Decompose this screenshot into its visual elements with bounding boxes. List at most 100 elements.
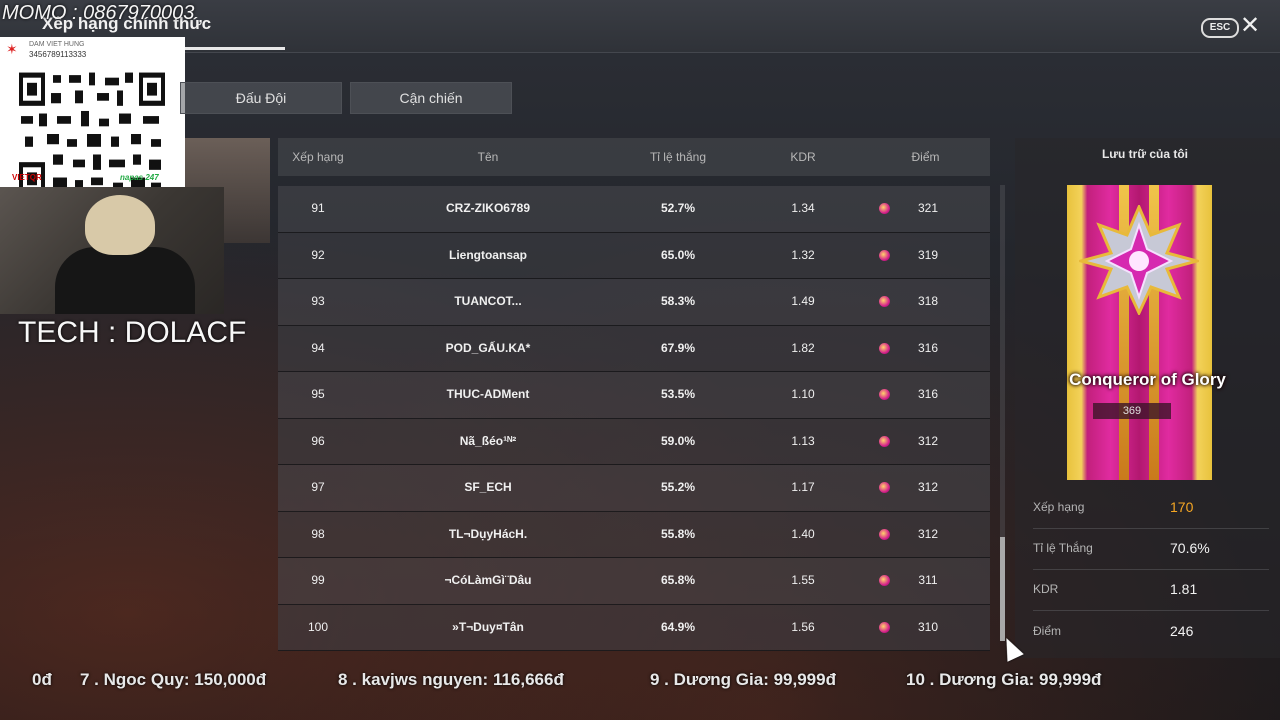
ticker-item: 9 . Dương Gia: 99,999đ <box>650 670 836 689</box>
ticker-item: 0đ <box>32 670 52 689</box>
my-record-title: Lưu trữ của tôi <box>1101 147 1189 161</box>
table-header: Xếp hạng Tên Tỉ lệ thắng KDR Điểm <box>278 138 990 176</box>
cell-points: 312 <box>917 526 939 541</box>
table-row[interactable]: 96 Nã_ßéo¹ᴺ² 59.0% 1.13 312 <box>278 418 990 465</box>
rank-name: Conqueror of Glory <box>1069 370 1226 389</box>
tab-melee[interactable]: Cận chiến <box>350 82 512 114</box>
stat-value: 1.81 <box>1170 581 1198 597</box>
header-rank: Xếp hạng <box>292 150 344 164</box>
cell-kdr: 1.49 <box>791 294 815 308</box>
cell-points: 311 <box>918 573 938 587</box>
points-icon <box>879 528 890 540</box>
cell-name: »T¬Duy¤Tân <box>452 619 524 634</box>
qr-bank-label: VIETQR <box>12 173 42 182</box>
cell-name: SF_ECH <box>464 480 512 494</box>
points-icon <box>879 203 890 214</box>
header-winrate: Tỉ lệ thắng <box>649 150 707 164</box>
streamer-body <box>55 247 195 314</box>
ticker-item: 7 . Ngoc Quy: 150,000đ <box>80 670 267 689</box>
stat-value: 246 <box>1170 623 1194 639</box>
header-name: Tên <box>477 150 499 164</box>
qr-network-label: napas 247 <box>120 173 159 182</box>
close-icon[interactable]: ✕ <box>1240 12 1260 40</box>
cell-points: 310 <box>917 619 939 634</box>
cell-rank: 91 <box>311 201 325 215</box>
cell-kdr: 1.13 <box>791 433 815 448</box>
cell-rank: 96 <box>311 433 325 448</box>
streamer-head <box>85 195 155 255</box>
cell-winrate: 58.3% <box>660 294 696 308</box>
cell-kdr: 1.82 <box>791 340 815 355</box>
cell-rank: 95 <box>311 387 325 401</box>
cell-name: TUANCOT... <box>454 294 522 308</box>
cell-points: 316 <box>917 340 939 355</box>
points-icon <box>879 435 890 447</box>
cell-points: 316 <box>917 387 939 401</box>
cell-name: Nã_ßéo¹ᴺ² <box>459 433 517 448</box>
cell-kdr: 1.34 <box>791 201 815 215</box>
cell-rank: 97 <box>311 480 325 494</box>
points-icon <box>879 389 890 400</box>
tech-overlay-text: TECH : DOLACF <box>18 316 247 349</box>
cell-rank: 98 <box>311 526 325 541</box>
table-row[interactable]: 92 Liengtoansap 65.0% 1.32 319 <box>278 232 990 279</box>
table-row[interactable]: 93 TUANCOT... 58.3% 1.49 318 <box>278 279 990 326</box>
points-icon <box>879 296 890 307</box>
table-row[interactable]: 91 CRZ-ZIKO6789 52.7% 1.34 321 <box>278 186 990 233</box>
cell-winrate: 65.0% <box>660 247 696 262</box>
rank-banner <box>1067 185 1212 480</box>
cell-name: CRZ-ZIKO6789 <box>445 201 531 215</box>
cell-kdr: 1.10 <box>791 387 815 401</box>
header-points: Điểm <box>911 150 940 164</box>
table-row[interactable]: 94 POD_GẤU.KA* 67.9% 1.82 316 <box>278 325 990 372</box>
scrollbar-thumb[interactable] <box>1000 537 1005 641</box>
table-row[interactable]: 95 THUC-ADMent 53.5% 1.10 316 <box>278 372 990 419</box>
cell-points: 321 <box>917 201 939 215</box>
bank-logo-icon: ✶ <box>6 41 18 57</box>
stat-label: KDR <box>1033 582 1059 596</box>
cell-winrate: 67.9% <box>660 340 696 355</box>
points-icon <box>879 249 890 261</box>
stat-kdr: KDR 1.81 <box>1033 570 1269 611</box>
cell-kdr: 1.17 <box>791 480 815 494</box>
ranking-table: Xếp hạng Tên Tỉ lệ thắng KDR Điểm 91 CRZ… <box>278 138 990 651</box>
stat-value: 70.6% <box>1170 540 1210 556</box>
table-row[interactable]: 99 ¬CóLàmGì¨Dâu 65.8% 1.55 311 <box>278 558 990 605</box>
cell-points: 312 <box>917 433 939 448</box>
cell-winrate: 55.2% <box>660 480 696 494</box>
cell-rank: 100 <box>307 619 329 634</box>
table-body: 91 CRZ-ZIKO6789 52.7% 1.34 321 92 Liengt… <box>278 186 990 651</box>
cell-points: 312 <box>917 480 939 494</box>
esc-key-hint[interactable]: ESC <box>1201 18 1239 38</box>
table-row[interactable]: 100 »T¬Duy¤Tân 64.9% 1.56 310 <box>278 604 990 651</box>
donation-ticker: 0đ 7 . Ngoc Quy: 150,000đ 8 . kavjws ngu… <box>0 664 1280 698</box>
cell-name: POD_GẤU.KA* <box>445 340 531 355</box>
cell-points: 318 <box>917 294 939 308</box>
table-scrollbar[interactable] <box>1000 185 1005 641</box>
cell-kdr: 1.32 <box>791 247 815 262</box>
table-row[interactable]: 98 TL¬DụyHácH. 55.8% 1.40 312 <box>278 511 990 558</box>
stat-value: 170 <box>1170 499 1194 515</box>
cell-points: 319 <box>917 247 939 262</box>
stat-label: Điểm <box>1033 624 1062 638</box>
my-record-panel: Lưu trữ của tôi Conqueror of Glory 369 X… <box>1015 138 1280 658</box>
rank-emblem-icon <box>1079 205 1199 315</box>
cell-winrate: 53.5% <box>660 387 696 401</box>
cell-name: ¬CóLàmGì¨Dâu <box>444 573 532 587</box>
points-icon <box>879 621 890 633</box>
cell-name: THUC-ADMent <box>446 387 530 401</box>
table-row[interactable]: 97 SF_ECH 55.2% 1.17 312 <box>278 465 990 512</box>
ticker-item: 8 . kavjws nguyen: 116,666đ <box>338 670 564 689</box>
qr-account-number: 3456789113333 <box>29 50 87 59</box>
tab-team-match[interactable]: Đấu Đội <box>180 82 342 114</box>
cell-winrate: 52.7% <box>660 201 696 215</box>
cell-name: Liengtoansap <box>448 247 527 262</box>
rank-points: 369 <box>1093 403 1171 419</box>
cell-kdr: 1.55 <box>791 573 815 587</box>
points-icon <box>879 575 890 586</box>
stat-rank: Xếp hạng 170 <box>1033 488 1269 529</box>
points-icon <box>879 342 890 354</box>
cell-rank: 94 <box>311 340 325 355</box>
cell-name: TL¬DụyHácH. <box>448 526 528 541</box>
stat-points: Điểm 246 <box>1033 612 1269 652</box>
